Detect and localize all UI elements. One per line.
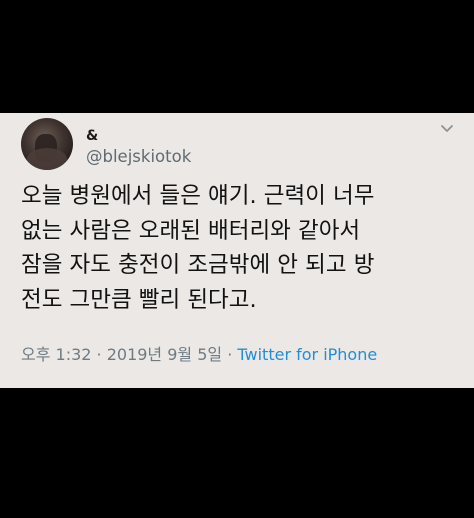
chevron-down-icon[interactable] bbox=[440, 123, 454, 135]
tweet-text: 오늘 병원에서 들은 얘기. 근력이 너무 없는 사람은 오래된 배터리와 같아… bbox=[21, 179, 461, 317]
display-name[interactable]: & bbox=[86, 129, 98, 143]
avatar[interactable] bbox=[21, 118, 73, 170]
handle[interactable]: @blejskiotok bbox=[86, 147, 191, 167]
source-link[interactable]: Twitter for iPhone bbox=[237, 345, 377, 364]
tweet-card: & @blejskiotok 오늘 병원에서 들은 얘기. 근력이 너무 없는 … bbox=[0, 113, 474, 388]
timestamp[interactable]: 오후 1:32 · 2019년 9월 5일 bbox=[21, 345, 222, 364]
tweet-text-line: 전도 그만큼 빨리 된다고. bbox=[21, 286, 257, 313]
tweet-meta: 오후 1:32 · 2019년 9월 5일 · Twitter for iPho… bbox=[21, 344, 377, 366]
tweet-text-line: 오늘 병원에서 들은 얘기. 근력이 너무 bbox=[21, 183, 375, 209]
meta-separator: · bbox=[222, 345, 238, 364]
tweet-text-line: 잠을 자도 충전이 조금밖에 안 되고 방 bbox=[21, 252, 375, 278]
tweet-text-line: 없는 사람은 오래된 배터리와 같아서 bbox=[21, 217, 361, 244]
